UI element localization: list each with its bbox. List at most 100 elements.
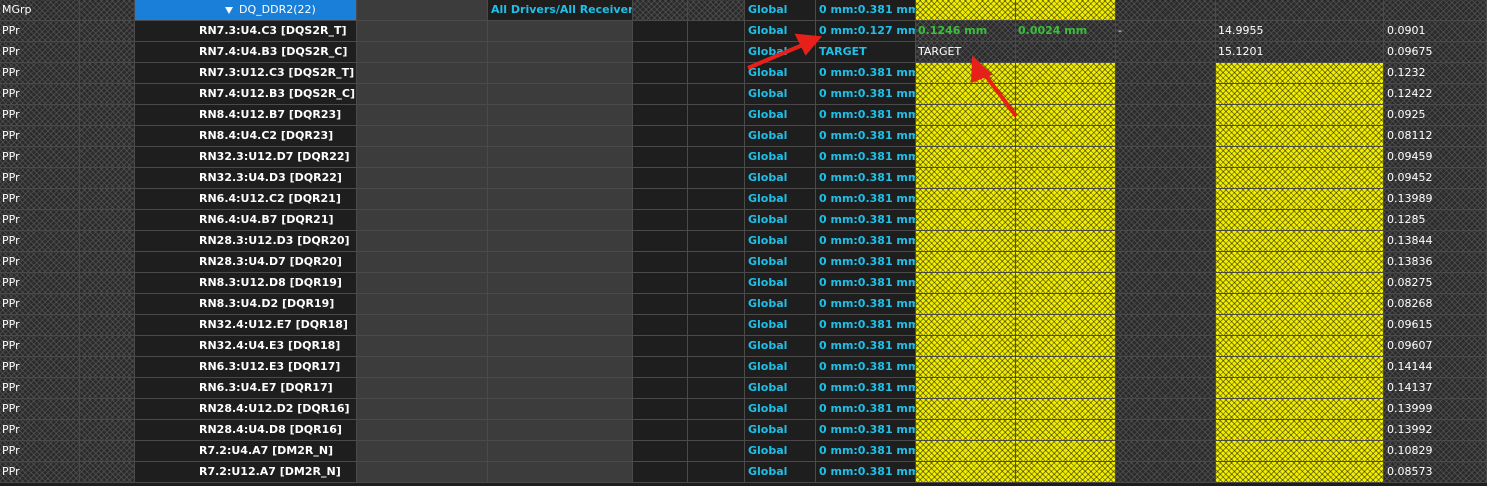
range-cell[interactable]: TARGET xyxy=(816,42,916,63)
rule-cell[interactable]: Global xyxy=(745,315,816,336)
net-name-cell[interactable]: RN8.4:U4.C2 [DQR23] xyxy=(135,126,357,147)
net-name-cell[interactable]: RN28.3:U12.D3 [DQR20] xyxy=(135,231,357,252)
net-name-cell[interactable]: RN6.3:U12.E3 [DQR17] xyxy=(135,357,357,378)
net-name-cell[interactable]: RN6.4:U4.B7 [DQR21] xyxy=(135,210,357,231)
table-row[interactable]: PPr RN6.3:U4.E7 [DQR17] Global 0 mm:0.381 m… xyxy=(0,378,1487,399)
table-row[interactable]: PPr RN28.3:U4.D7 [DQR20] Global 0 mm:0.381 … xyxy=(0,252,1487,273)
rule-cell[interactable]: Global xyxy=(745,462,816,483)
table-row[interactable]: PPr RN6.4:U4.B7 [DQR21] Global 0 mm:0.381 m… xyxy=(0,210,1487,231)
range-cell[interactable]: 0 mm:0.381 mm xyxy=(816,189,916,210)
rule-cell[interactable]: Global xyxy=(745,147,816,168)
range-cell[interactable]: 0 mm:0.381 mm xyxy=(816,126,916,147)
net-name-cell[interactable]: RN28.3:U4.D7 [DQR20] xyxy=(135,252,357,273)
table-row[interactable]: PPr RN7.3:U12.C3 [DQS2R_T] Global 0 mm:0.38… xyxy=(0,63,1487,84)
range-cell[interactable]: 0 mm:0.381 mm xyxy=(816,315,916,336)
rule-cell[interactable]: Global xyxy=(745,336,816,357)
type-cell[interactable]: PPr xyxy=(0,378,80,399)
rule-cell[interactable]: Global xyxy=(745,105,816,126)
group-name-cell[interactable]: DQ_DDR2(22) xyxy=(135,0,357,21)
net-name-cell[interactable]: RN32.3:U4.D3 [DQR22] xyxy=(135,168,357,189)
rule-cell[interactable]: Global xyxy=(745,189,816,210)
type-cell[interactable]: PPr xyxy=(0,357,80,378)
net-name-cell[interactable]: RN8.3:U12.D8 [DQR19] xyxy=(135,273,357,294)
net-name-cell[interactable]: RN8.3:U4.D2 [DQR19] xyxy=(135,294,357,315)
rule-cell[interactable]: Global xyxy=(745,42,816,63)
net-name-cell[interactable]: RN7.4:U4.B3 [DQS2R_C] xyxy=(135,42,357,63)
range-cell[interactable]: 0 mm:0.381 mm xyxy=(816,84,916,105)
table-row[interactable]: PPr RN6.3:U12.E3 [DQR17] Global 0 mm:0.381 … xyxy=(0,357,1487,378)
net-name-cell[interactable]: RN6.3:U4.E7 [DQR17] xyxy=(135,378,357,399)
rule-cell[interactable]: Global xyxy=(745,420,816,441)
net-name-cell[interactable]: RN8.4:U12.B7 [DQR23] xyxy=(135,105,357,126)
rule-cell[interactable]: Global xyxy=(745,168,816,189)
type-cell[interactable]: PPr xyxy=(0,168,80,189)
range-cell[interactable]: 0 mm:0.381 mm xyxy=(816,294,916,315)
range-cell[interactable]: 0 mm:0.381 mm xyxy=(816,399,916,420)
range-cell[interactable]: 0 mm:0.381 mm xyxy=(816,168,916,189)
table-row[interactable]: PPr RN6.4:U12.C2 [DQR21] Global 0 mm:0.381 … xyxy=(0,189,1487,210)
rule-cell[interactable]: Global xyxy=(745,294,816,315)
table-row[interactable]: PPr RN7.4:U4.B3 [DQS2R_C] Global TARGET TARG… xyxy=(0,42,1487,63)
range-cell[interactable]: 0 mm:0.381 mm xyxy=(816,420,916,441)
rule-cell[interactable]: Global xyxy=(745,252,816,273)
table-row[interactable]: PPr RN8.3:U4.D2 [DQR19] Global 0 mm:0.381 m… xyxy=(0,294,1487,315)
range-cell[interactable]: 0 mm:0.381 mm xyxy=(816,63,916,84)
range-cell[interactable]: 0 mm:0.381 mm xyxy=(816,441,916,462)
table-row[interactable]: PPr R7.2:U12.A7 [DM2R_N] Global 0 mm:0.381 … xyxy=(0,462,1487,483)
rule-cell[interactable]: Global xyxy=(745,126,816,147)
table-row[interactable]: PPr RN7.4:U12.B3 [DQS2R_C] Global 0 mm:0.38… xyxy=(0,84,1487,105)
scope-cell[interactable]: All Drivers/All Receivers xyxy=(488,0,633,21)
rule-cell[interactable]: Global xyxy=(745,210,816,231)
rule-cell[interactable]: Global xyxy=(745,273,816,294)
rule-cell[interactable]: Global xyxy=(745,378,816,399)
range-cell[interactable]: 0 mm:0.381 mm xyxy=(816,357,916,378)
type-cell[interactable]: PPr xyxy=(0,273,80,294)
type-cell[interactable]: PPr xyxy=(0,294,80,315)
table-row[interactable]: PPr RN7.3:U4.C3 [DQS2R_T] Global 0 mm:0.127… xyxy=(0,21,1487,42)
type-cell[interactable]: PPr xyxy=(0,462,80,483)
type-cell[interactable]: PPr xyxy=(0,210,80,231)
type-cell[interactable]: PPr xyxy=(0,231,80,252)
type-cell[interactable]: PPr xyxy=(0,42,80,63)
table-row[interactable]: PPr RN32.4:U4.E3 [DQR18] Global 0 mm:0.381 … xyxy=(0,336,1487,357)
net-name-cell[interactable]: R7.2:U4.A7 [DM2R_N] xyxy=(135,441,357,462)
range-cell[interactable]: 0 mm:0.381 mm xyxy=(816,252,916,273)
type-cell[interactable]: PPr xyxy=(0,21,80,42)
rule-cell[interactable]: Global xyxy=(745,399,816,420)
table-row[interactable]: PPr RN8.4:U12.B7 [DQR23] Global 0 mm:0.381 … xyxy=(0,105,1487,126)
rule-cell[interactable]: Global xyxy=(745,21,816,42)
net-name-cell[interactable]: RN28.4:U4.D8 [DQR16] xyxy=(135,420,357,441)
type-cell[interactable]: PPr xyxy=(0,105,80,126)
range-cell[interactable]: 0 mm:0.381 mm xyxy=(816,147,916,168)
type-cell[interactable]: PPr xyxy=(0,441,80,462)
type-cell[interactable]: PPr xyxy=(0,399,80,420)
table-row[interactable]: PPr RN32.3:U12.D7 [DQR22] Global 0 mm:0.381… xyxy=(0,147,1487,168)
range-cell[interactable]: 0 mm:0.381 mm xyxy=(816,273,916,294)
net-name-cell[interactable]: RN32.4:U12.E7 [DQR18] xyxy=(135,315,357,336)
range-cell[interactable]: 0 mm:0.381 mm xyxy=(816,210,916,231)
range-cell[interactable]: 0 mm:0.381 mm xyxy=(816,0,916,21)
type-cell[interactable]: PPr xyxy=(0,63,80,84)
type-cell[interactable]: PPr xyxy=(0,420,80,441)
net-name-cell[interactable]: RN32.3:U12.D7 [DQR22] xyxy=(135,147,357,168)
net-name-cell[interactable]: R7.2:U12.A7 [DM2R_N] xyxy=(135,462,357,483)
type-cell[interactable]: PPr xyxy=(0,84,80,105)
net-name-cell[interactable]: RN32.4:U4.E3 [DQR18] xyxy=(135,336,357,357)
type-cell[interactable]: PPr xyxy=(0,147,80,168)
table-row[interactable]: PPr RN28.4:U12.D2 [DQR16] Global 0 mm:0.381… xyxy=(0,399,1487,420)
range-cell[interactable]: 0 mm:0.127 mm xyxy=(816,21,916,42)
net-name-cell[interactable]: RN28.4:U12.D2 [DQR16] xyxy=(135,399,357,420)
table-row[interactable]: PPr RN32.3:U4.D3 [DQR22] Global 0 mm:0.381 … xyxy=(0,168,1487,189)
type-cell[interactable]: PPr xyxy=(0,336,80,357)
range-cell[interactable]: 0 mm:0.381 mm xyxy=(816,105,916,126)
table-row[interactable]: PPr RN8.3:U12.D8 [DQR19] Global 0 mm:0.381 … xyxy=(0,273,1487,294)
range-cell[interactable]: 0 mm:0.381 mm xyxy=(816,378,916,399)
rule-cell[interactable]: Global xyxy=(745,357,816,378)
table-row[interactable]: PPr RN28.3:U12.D3 [DQR20] Global 0 mm:0.381… xyxy=(0,231,1487,252)
table-row[interactable]: PPr R7.2:U4.A7 [DM2R_N] Global 0 mm:0.381 m… xyxy=(0,441,1487,462)
net-name-cell[interactable]: RN7.4:U12.B3 [DQS2R_C] xyxy=(135,84,357,105)
type-cell[interactable]: PPr xyxy=(0,126,80,147)
rule-cell[interactable]: Global xyxy=(745,63,816,84)
table-row[interactable]: PPr RN8.4:U4.C2 [DQR23] Global 0 mm:0.381 m… xyxy=(0,126,1487,147)
range-cell[interactable]: 0 mm:0.381 mm xyxy=(816,336,916,357)
